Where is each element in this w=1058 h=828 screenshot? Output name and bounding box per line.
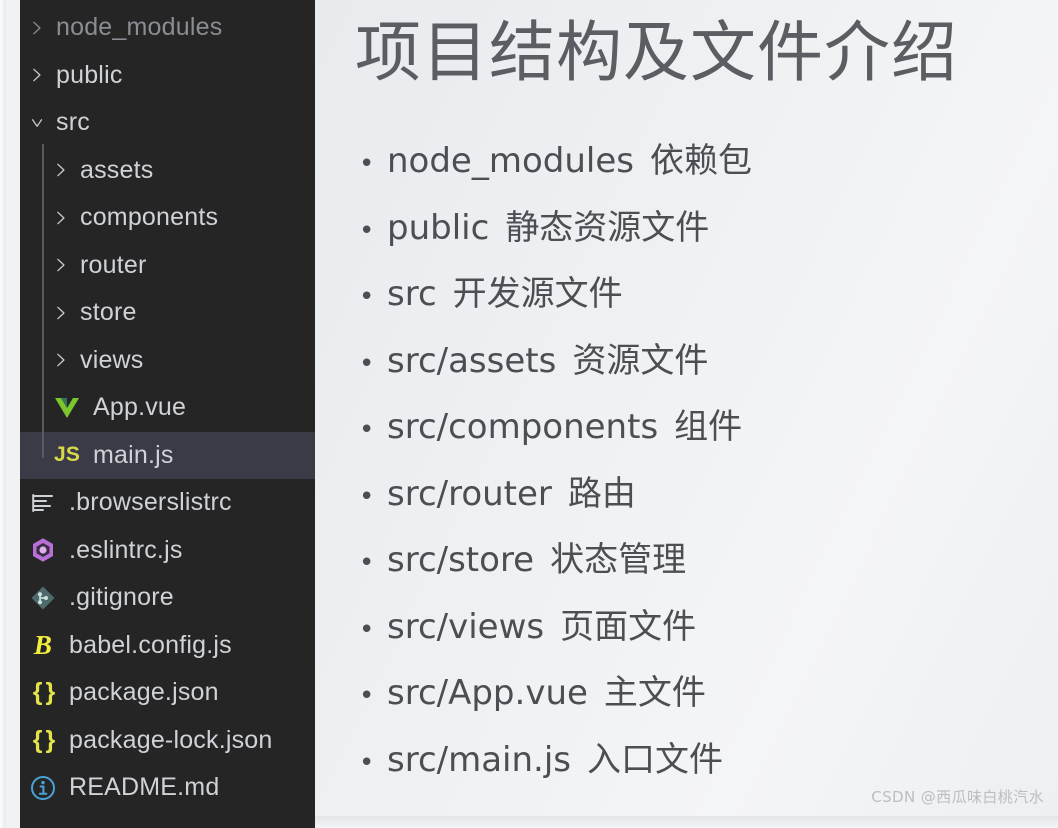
chevron-right-icon[interactable]	[31, 64, 44, 86]
tree-folder-views[interactable]: views	[20, 337, 315, 385]
vue-file-icon	[52, 393, 82, 423]
tree-file-main-js[interactable]: JS main.js	[20, 431, 315, 479]
tree-folder-assets[interactable]: assets	[20, 147, 315, 195]
json-file-icon: { }	[32, 725, 55, 754]
bullet-marker: •	[359, 747, 375, 778]
tree-item-label: package.json	[69, 678, 219, 707]
bullet-description: 开发源文件	[452, 274, 623, 314]
bullet-item: • src/App.vue 主文件	[359, 665, 1052, 732]
tree-item-label: router	[80, 250, 147, 279]
tree-item-label: App.vue	[93, 393, 187, 422]
babel-file-icon: B	[33, 629, 53, 660]
tree-file-eslintrc-js[interactable]: .eslintrc.js	[20, 527, 315, 575]
bullet-path: src/assets	[387, 340, 557, 381]
bullet-description: 资源文件	[572, 340, 709, 381]
bullet-item: • src/views 页面文件	[359, 599, 1052, 666]
bullet-list: • node_modules 依赖包 • public 静态资源文件 • src 开发源文件 • s…	[359, 133, 1052, 798]
chevron-right-icon[interactable]	[55, 254, 68, 276]
eslint-file-icon	[28, 535, 58, 565]
screenshot-root: node_modules public src assets components rou…	[0, 0, 1058, 828]
bullet-marker: •	[359, 215, 375, 246]
bullet-path: public	[387, 207, 490, 248]
bullet-description: 静态资源文件	[505, 207, 710, 248]
tree-folder-node-modules[interactable]: node_modules	[20, 4, 315, 52]
tree-item-label: package-lock.json	[69, 725, 273, 754]
bullet-item: • src/store 状态管理	[359, 532, 1052, 599]
git-file-icon	[28, 583, 58, 613]
tree-item-label: README.md	[69, 773, 220, 802]
tree-item-label: components	[80, 203, 219, 232]
csdn-watermark: CSDN @西瓜味白桃汽水	[871, 788, 1044, 806]
chevron-right-icon[interactable]	[55, 207, 68, 229]
chevron-right-icon[interactable]	[31, 17, 44, 39]
bullet-item: • src/router 路由	[359, 466, 1052, 533]
tree-file-gitignore[interactable]: .gitignore	[20, 574, 315, 622]
chevron-down-icon[interactable]	[31, 112, 44, 134]
bullet-description: 页面文件	[560, 606, 697, 647]
tree-folder-public[interactable]: public	[20, 52, 315, 100]
tree-item-label: src	[56, 108, 90, 137]
tree-item-label: .browserslistrc	[69, 488, 232, 517]
bullet-item: • src/components 组件	[359, 399, 1052, 466]
json-file-icon: { }	[32, 678, 55, 707]
bullet-marker: •	[359, 415, 375, 445]
tree-item-label: babel.config.js	[69, 630, 232, 659]
bullet-marker: •	[359, 149, 375, 179]
bullet-path: node_modules	[387, 141, 634, 181]
bullet-description: 入口文件	[587, 739, 724, 780]
tree-folder-store[interactable]: store	[20, 289, 315, 337]
tree-item-label: store	[80, 298, 137, 327]
bullet-description: 组件	[674, 407, 743, 447]
bullet-marker: •	[359, 348, 375, 379]
tree-item-label: .gitignore	[69, 583, 174, 612]
bullet-marker: •	[359, 481, 375, 512]
tree-folder-router[interactable]: router	[20, 242, 315, 290]
bullet-item: • src 开发源文件	[359, 266, 1052, 333]
slide-canvas: 项目结构及文件介绍 • node_modules 依赖包 • public 静态资源文件 •…	[315, 0, 1058, 828]
tree-file-babel-config-js[interactable]: Bbabel.config.js	[20, 622, 315, 670]
bullet-path: src/App.vue	[387, 673, 588, 713]
tree-file-browserslistrc[interactable]: .browserslistrc	[20, 479, 315, 527]
bullet-path: src/views	[387, 606, 545, 647]
bullet-item: • public 静态资源文件	[359, 200, 1052, 267]
bullet-description: 依赖包	[649, 141, 752, 181]
tree-file-app-vue[interactable]: App.vue	[20, 384, 315, 432]
bullet-marker: •	[359, 282, 375, 312]
chevron-right-icon[interactable]	[55, 349, 68, 371]
file-explorer-panel: node_modulespublic src assets components rou…	[20, 0, 315, 828]
bullet-marker: •	[359, 614, 375, 645]
explorer-panel-frame: node_modulespublic src assets components rou…	[0, 0, 315, 828]
bullet-path: src/main.js	[387, 739, 572, 780]
tree-item-label: assets	[80, 155, 154, 184]
tree-folder-components[interactable]: components	[20, 194, 315, 242]
tree-item-label: .eslintrc.js	[69, 535, 183, 564]
bullet-item: • src/assets 资源文件	[359, 333, 1052, 400]
bullet-description: 主文件	[603, 673, 706, 713]
bullet-marker: •	[359, 548, 375, 578]
file-tree[interactable]: node_modulespublic src assets components rou…	[20, 0, 315, 812]
bullet-description: 状态管理	[550, 540, 687, 580]
page-title: 项目结构及文件介绍	[355, 14, 958, 91]
tree-folder-src[interactable]: src	[20, 99, 315, 147]
chevron-right-icon[interactable]	[55, 302, 68, 324]
bullet-path: src	[387, 274, 437, 314]
info-markdown-file-icon	[28, 773, 58, 803]
tree-file-readme-md[interactable]: README.md	[20, 764, 315, 812]
js-file-icon: JS	[53, 443, 81, 467]
config-lines-file-icon	[28, 488, 58, 518]
tree-item-label: views	[80, 345, 144, 374]
tree-file-package-lock-json[interactable]: { } package-lock.json	[20, 717, 315, 765]
bullet-description: 路由	[567, 473, 636, 514]
tree-file-package-json[interactable]: { } package.json	[20, 669, 315, 717]
tree-item-label: node_modules	[56, 13, 223, 42]
bullet-marker: •	[359, 681, 375, 711]
tree-item-label: main.js	[93, 440, 174, 469]
chevron-right-icon[interactable]	[55, 159, 68, 181]
bullet-path: src/components	[387, 407, 659, 447]
bullet-item: • node_modules 依赖包	[359, 133, 1052, 200]
bullet-path: src/store	[387, 540, 535, 580]
tree-item-label: public	[56, 60, 123, 89]
bullet-path: src/router	[387, 473, 552, 514]
